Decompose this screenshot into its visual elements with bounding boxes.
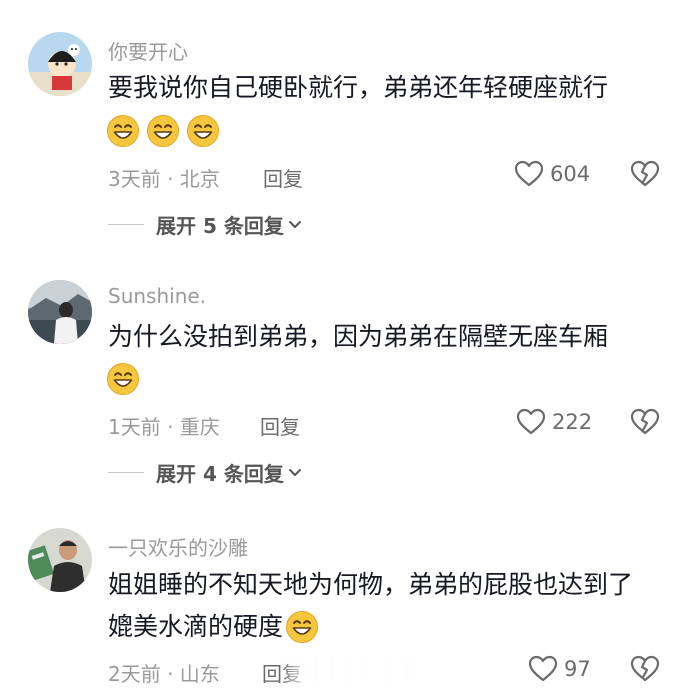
grinning-emoji-icon [106, 362, 140, 396]
expand-replies-button[interactable]: 展开 5 条回复 [108, 210, 302, 239]
username[interactable]: Sunshine. [108, 284, 206, 308]
heart-outline-icon [514, 160, 544, 188]
comment-text-line-2-label: 媲美水滴的硬度 [108, 612, 284, 641]
comment-text: 要我说你自己硬卧就行，弟弟还年轻硬座就行 [108, 73, 609, 102]
avatar[interactable] [28, 528, 92, 592]
like-count: 604 [550, 162, 591, 186]
heart-outline-icon [528, 655, 558, 683]
divider-line [108, 223, 144, 226]
like-button[interactable]: 222 [516, 408, 592, 436]
avatar[interactable] [28, 280, 92, 344]
grinning-emoji-icon [106, 114, 140, 148]
time-location: 2天前 · 山东 [108, 662, 220, 686]
expand-replies-label: 展开 5 条回复 [156, 214, 284, 238]
like-button[interactable]: 97 [528, 655, 591, 683]
reply-button[interactable]: 回复 [260, 411, 300, 440]
broken-heart-icon [630, 408, 660, 436]
divider-line [108, 471, 144, 474]
comment-text: 为什么没拍到弟弟，因为弟弟在隔壁无座车厢 [108, 322, 609, 351]
grinning-emoji-icon [285, 610, 319, 644]
grinning-emoji-icon [186, 114, 220, 148]
like-count: 97 [564, 657, 591, 681]
time-location: 1天前 · 重庆 [108, 415, 220, 439]
grinning-emoji-icon [146, 114, 180, 148]
broken-heart-icon [630, 655, 660, 683]
chevron-down-icon [288, 220, 302, 230]
broken-heart-icon [630, 160, 660, 188]
like-button[interactable]: 604 [514, 160, 590, 188]
expand-replies-label: 展开 4 条回复 [156, 462, 284, 486]
time-location: 3天前 · 北京 [108, 167, 220, 191]
heart-outline-icon [516, 408, 546, 436]
username[interactable]: 一只欢乐的沙雕 [108, 532, 248, 561]
blur-overlay [282, 652, 412, 686]
dislike-button[interactable] [630, 655, 660, 687]
dislike-button[interactable] [630, 160, 660, 192]
emoji-row [106, 362, 140, 396]
dislike-button[interactable] [630, 408, 660, 440]
comment-text-line-2: 媲美水滴的硬度 [108, 606, 668, 648]
username[interactable]: 你要开心 [108, 36, 188, 65]
reply-button[interactable]: 回复 [263, 163, 303, 192]
comment-text-line-1: 姐姐睡的不知天地为何物，弟弟的屁股也达到了 [108, 570, 634, 599]
chevron-down-icon [288, 468, 302, 478]
expand-replies-button[interactable]: 展开 4 条回复 [108, 458, 302, 487]
like-count: 222 [552, 410, 593, 434]
emoji-row [106, 114, 220, 148]
avatar[interactable] [28, 32, 92, 96]
